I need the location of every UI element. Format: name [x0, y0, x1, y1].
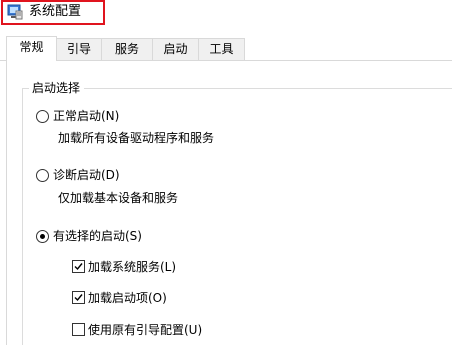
- group-box-border: [84, 88, 452, 89]
- checkmark-icon: [74, 263, 83, 271]
- system-configuration-window: 系统配置 常规 引导 服务 启动 工具 启动选择 正常启动(N) 加载所有设备驱…: [0, 0, 452, 345]
- normal-startup-radio[interactable]: 正常启动(N): [36, 108, 236, 124]
- checkmark-icon: [74, 294, 83, 302]
- load-startup-items-checkbox[interactable]: 加载启动项(O): [72, 290, 272, 306]
- normal-startup-label: 正常启动(N): [53, 109, 120, 123]
- title-bar: 系统配置: [0, 0, 452, 30]
- radio-circle[interactable]: [36, 169, 49, 182]
- tab-label: 服务: [114, 42, 139, 56]
- diagnostic-startup-description: 仅加载基本设备和服务: [58, 191, 179, 205]
- radio-circle[interactable]: [36, 110, 49, 123]
- selective-startup-radio[interactable]: 有选择的启动(S): [36, 228, 236, 244]
- tab-panel-border: [6, 60, 7, 345]
- checkbox-box[interactable]: [72, 291, 85, 304]
- tab-label: 启动: [163, 42, 188, 56]
- selective-startup-label: 有选择的启动(S): [53, 229, 142, 243]
- tab-label: 常规: [19, 40, 44, 54]
- tab-divider: [0, 60, 452, 61]
- group-box-border: [22, 88, 23, 345]
- radio-dot: [40, 234, 45, 239]
- diagnostic-startup-label: 诊断启动(D): [53, 168, 120, 182]
- title-highlight-box: [1, 0, 105, 25]
- normal-startup-description: 加载所有设备驱动程序和服务: [58, 131, 215, 145]
- tab-tools[interactable]: 工具: [198, 38, 245, 60]
- tab-startup[interactable]: 启动: [152, 38, 199, 60]
- tab-general[interactable]: 常规: [6, 36, 57, 61]
- diagnostic-startup-radio[interactable]: 诊断启动(D): [36, 167, 236, 183]
- use-original-boot-config-checkbox[interactable]: 使用原有引导配置(U): [72, 322, 272, 338]
- radio-circle-selected[interactable]: [36, 230, 49, 243]
- load-startup-items-label: 加载启动项(O): [88, 291, 167, 305]
- tab-boot[interactable]: 引导: [56, 38, 102, 60]
- checkbox-box[interactable]: [72, 323, 85, 336]
- group-box-border: [22, 88, 29, 89]
- tab-label: 引导: [66, 42, 91, 56]
- checkbox-box[interactable]: [72, 260, 85, 273]
- startup-selection-label: 启动选择: [32, 80, 81, 96]
- load-system-services-label: 加载系统服务(L): [88, 260, 177, 274]
- tab-label: 工具: [209, 42, 234, 56]
- tab-services[interactable]: 服务: [101, 38, 153, 60]
- load-system-services-checkbox[interactable]: 加载系统服务(L): [72, 259, 272, 275]
- tab-strip: 常规 引导 服务 启动 工具: [0, 36, 452, 61]
- use-original-boot-config-label: 使用原有引导配置(U): [88, 323, 203, 337]
